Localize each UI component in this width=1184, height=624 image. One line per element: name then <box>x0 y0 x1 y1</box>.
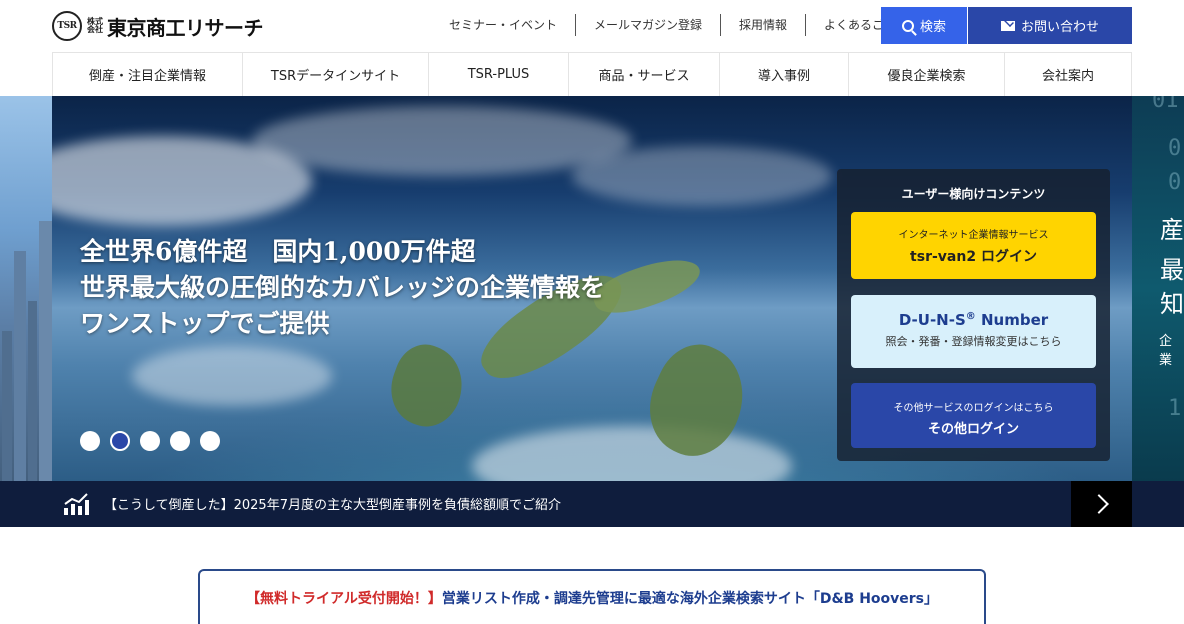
search-button-label: 検索 <box>919 20 946 35</box>
news-ticker: 【こうして倒産した】2025年7月度の主な大型倒産事例を負債総額順でご紹介 <box>0 481 1184 527</box>
tsr-van2-login-button[interactable]: インターネット企業情報サービス tsr-van2 ログイン <box>851 212 1096 279</box>
nav-item-products[interactable]: 商品・サービス <box>568 53 719 96</box>
site-logo[interactable]: TSR 株式会社 東京商工リサーチ <box>52 10 264 42</box>
duns-sub: 照会・発番・登録情報変更はこちら <box>885 335 1062 348</box>
tsr-van2-sub: インターネット企業情報サービス <box>898 230 1049 241</box>
chevron-right-icon <box>1088 494 1109 514</box>
banner-highlight: 【無料トライアル受付開始！】 <box>245 590 442 607</box>
logo-company-name: 東京商工リサーチ <box>107 15 264 40</box>
banner-text: 営業リスト作成・調達先管理に最適な海外企業検索サイト「D&B Hoovers」 <box>441 590 939 607</box>
mail-icon <box>1000 20 1015 31</box>
slide-dot-1[interactable] <box>80 431 100 451</box>
util-link-recruit[interactable]: 採用情報 <box>721 14 807 36</box>
nav-item-data-insight[interactable]: TSRデータインサイト <box>242 53 428 96</box>
tsr-van2-label: tsr-van2 ログイン <box>910 249 1037 265</box>
slide-dot-5[interactable] <box>200 431 220 451</box>
hero-slider: 全世界6億件超 国内1,000万件超 世界最大級の圧倒的なカバレッジの企業情報を… <box>52 96 1132 481</box>
nav-item-case-studies[interactable]: 導入事例 <box>719 53 848 96</box>
contact-button-label: お問い合わせ <box>1020 20 1099 35</box>
next-slide-small: 企業 <box>1159 334 1173 368</box>
nav-item-company-search[interactable]: 優良企業検索 <box>848 53 1004 96</box>
slide-dot-2[interactable] <box>110 431 130 451</box>
next-slide-char-1: 産 <box>1160 216 1184 244</box>
nav-item-tsr-plus[interactable]: TSR-PLUS <box>428 53 568 96</box>
chart-icon <box>64 493 89 515</box>
news-headline-link[interactable]: 【こうして倒産した】2025年7月度の主な大型倒産事例を負債総額順でご紹介 <box>104 494 561 513</box>
other-login-label: その他ログイン <box>927 422 1019 437</box>
user-login-panel: ユーザー様向けコンテンツ インターネット企業情報サービス tsr-van2 ログ… <box>837 169 1110 461</box>
next-slide-char-3: 知 <box>1160 290 1184 318</box>
search-button[interactable]: 検索 <box>881 7 967 44</box>
slider-pagination <box>80 431 220 451</box>
hero-line-2: 世界最大級の圧倒的なカバレッジの企業情報を <box>80 273 606 302</box>
site-header: TSR 株式会社 東京商工リサーチ セミナー・イベント メールマガジン登録 採用… <box>0 0 1184 52</box>
tsr-logo-mark: TSR <box>52 11 82 41</box>
search-icon <box>901 19 914 32</box>
util-link-seminar[interactable]: セミナー・イベント <box>432 14 577 36</box>
util-link-newsletter[interactable]: メールマガジン登録 <box>576 14 722 36</box>
duns-label: D-U-N-S® Number <box>898 311 1049 329</box>
nav-item-about[interactable]: 会社案内 <box>1004 53 1132 96</box>
news-next-button[interactable] <box>1071 481 1132 527</box>
slide-dot-3[interactable] <box>140 431 160 451</box>
contact-button[interactable]: お問い合わせ <box>968 7 1132 44</box>
hero-headline: 全世界6億件超 国内1,000万件超 世界最大級の圧倒的なカバレッジの企業情報を… <box>80 234 605 342</box>
other-login-button[interactable]: その他サービスのログインはこちら その他ログイン <box>851 383 1096 448</box>
login-panel-title: ユーザー様向けコンテンツ <box>901 187 1046 201</box>
global-nav: 倒産・注目企業情報 TSRデータインサイト TSR-PLUS 商品・サービス 導… <box>52 52 1132 96</box>
utility-links: セミナー・イベント メールマガジン登録 採用情報 よくあるご質問 <box>432 14 926 36</box>
hero-line-1: 全世界6億件超 国内1,000万件超 <box>80 237 476 266</box>
nav-item-bankruptcy[interactable]: 倒産・注目企業情報 <box>52 53 242 96</box>
hero-prev-slide-peek[interactable] <box>0 96 52 481</box>
hero-line-3: ワンストップでご提供 <box>80 309 330 338</box>
logo-kabushiki-kaisha: 株式会社 <box>87 17 103 34</box>
duns-number-button[interactable]: D-U-N-S® Number 照会・発番・登録情報変更はこちら <box>851 295 1096 368</box>
other-login-sub: その他サービスのログインはこちら <box>893 403 1054 414</box>
hero-next-slide-peek[interactable]: 01 0 0 1 産 最 知 企業 <box>1132 96 1184 481</box>
dnb-hoovers-banner[interactable]: 【無料トライアル受付開始！】 営業リスト作成・調達先管理に最適な海外企業検索サイ… <box>198 569 986 624</box>
slide-dot-4[interactable] <box>170 431 190 451</box>
next-slide-char-2: 最 <box>1160 256 1184 284</box>
